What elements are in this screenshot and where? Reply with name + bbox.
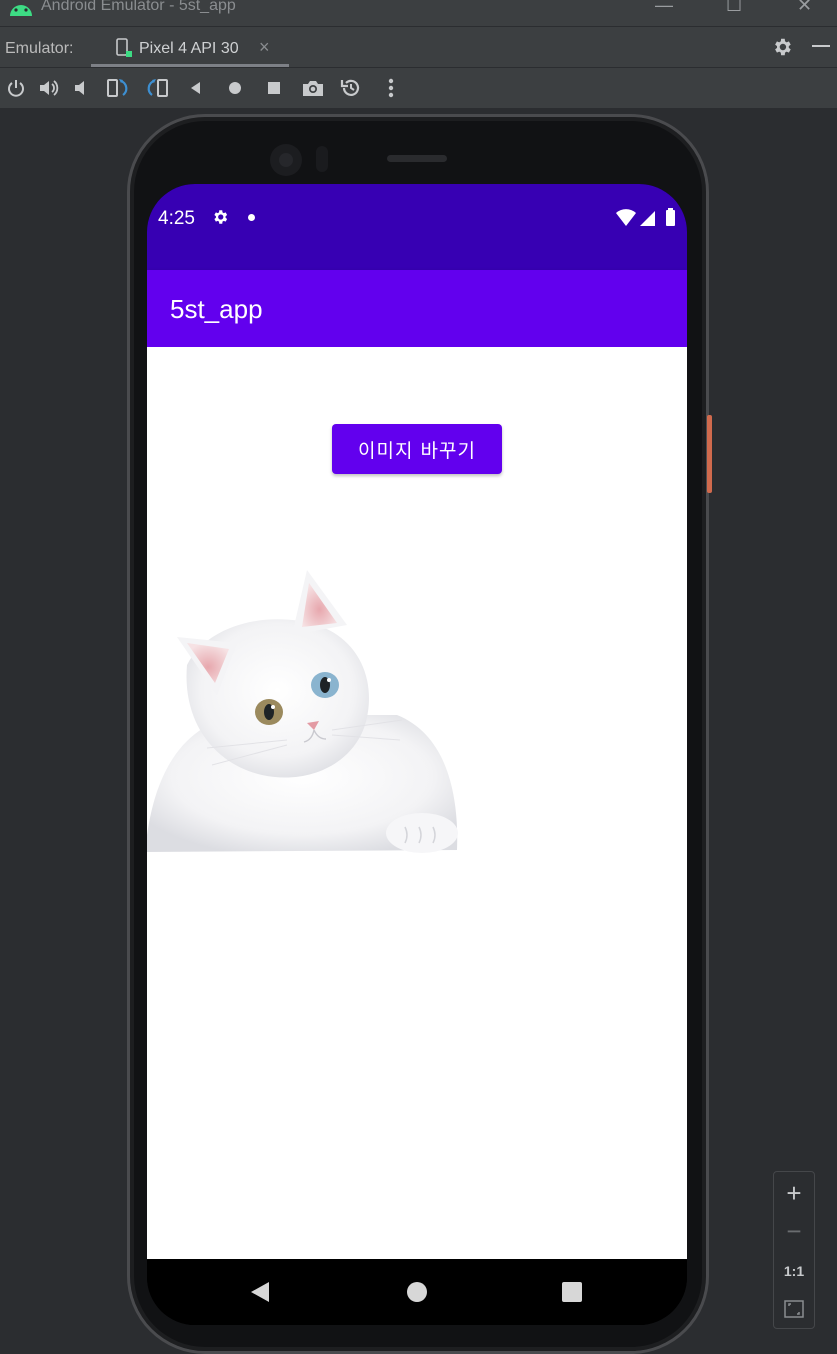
navigation-bar xyxy=(147,1259,687,1325)
app-title: 5st_app xyxy=(170,294,263,324)
nav-back-icon[interactable] xyxy=(249,1281,271,1308)
window-close-icon[interactable]: ✕ xyxy=(797,0,812,16)
zoom-in-button[interactable]: + xyxy=(774,1174,814,1212)
earpiece-speaker xyxy=(387,155,447,162)
tab-close-icon[interactable]: × xyxy=(259,37,270,58)
panel-minimize-icon[interactable] xyxy=(812,45,830,47)
camera-icon[interactable] xyxy=(301,76,325,100)
window-titlebar: Android Emulator - 5st_app — ☐ ✕ xyxy=(0,0,837,26)
more-icon[interactable] xyxy=(379,76,403,100)
zoom-actual-size-button[interactable]: 1:1 xyxy=(774,1252,814,1290)
cat-image xyxy=(147,570,458,853)
battery-icon xyxy=(666,210,675,226)
gear-icon[interactable] xyxy=(771,36,793,63)
signal-icon xyxy=(640,211,655,226)
zoom-controls: + − 1:1 xyxy=(773,1171,815,1329)
back-icon[interactable] xyxy=(184,76,208,100)
wifi-icon xyxy=(616,209,636,226)
side-power-button[interactable] xyxy=(707,415,712,493)
status-bar: 4:25 xyxy=(147,184,687,270)
power-icon[interactable] xyxy=(4,76,28,100)
emulator-tab-row: Emulator: Pixel 4 API 30 × xyxy=(0,26,837,68)
device-icon xyxy=(115,38,133,63)
window-title: Android Emulator - 5st_app xyxy=(41,0,236,14)
window-minimize-icon[interactable]: — xyxy=(655,0,673,16)
settings-notification-icon xyxy=(211,208,229,231)
home-icon[interactable] xyxy=(223,76,247,100)
notification-dot xyxy=(248,214,255,221)
tab-pixel-4-api-30[interactable]: Pixel 4 API 30 × xyxy=(91,33,289,67)
zoom-fit-icon[interactable] xyxy=(774,1290,814,1328)
rotate-right-icon[interactable] xyxy=(145,76,169,100)
app-bar: 5st_app xyxy=(147,270,687,347)
status-icons xyxy=(615,208,679,233)
window-maximize-icon[interactable]: ☐ xyxy=(726,0,742,16)
device-screen: 4:25 5st_app 이미지 바꾸기 xyxy=(147,184,687,1325)
app-content: 이미지 바꾸기 xyxy=(147,347,687,1259)
android-logo-icon xyxy=(8,0,34,21)
snapshot-icon[interactable] xyxy=(339,76,363,100)
emulator-label: Emulator: xyxy=(5,40,74,57)
status-time: 4:25 xyxy=(158,208,195,229)
nav-home-icon[interactable] xyxy=(407,1282,427,1302)
tab-label: Pixel 4 API 30 xyxy=(139,40,239,57)
overview-icon[interactable] xyxy=(262,76,286,100)
emulator-toolbar xyxy=(0,68,837,108)
zoom-out-button[interactable]: − xyxy=(774,1212,814,1250)
change-image-button[interactable]: 이미지 바꾸기 xyxy=(332,424,502,474)
volume-down-icon[interactable] xyxy=(70,76,94,100)
nav-recents-icon[interactable] xyxy=(562,1282,582,1302)
volume-up-icon[interactable] xyxy=(37,76,61,100)
front-camera xyxy=(270,144,302,176)
proximity-sensor xyxy=(316,146,328,172)
rotate-left-icon[interactable] xyxy=(106,76,130,100)
